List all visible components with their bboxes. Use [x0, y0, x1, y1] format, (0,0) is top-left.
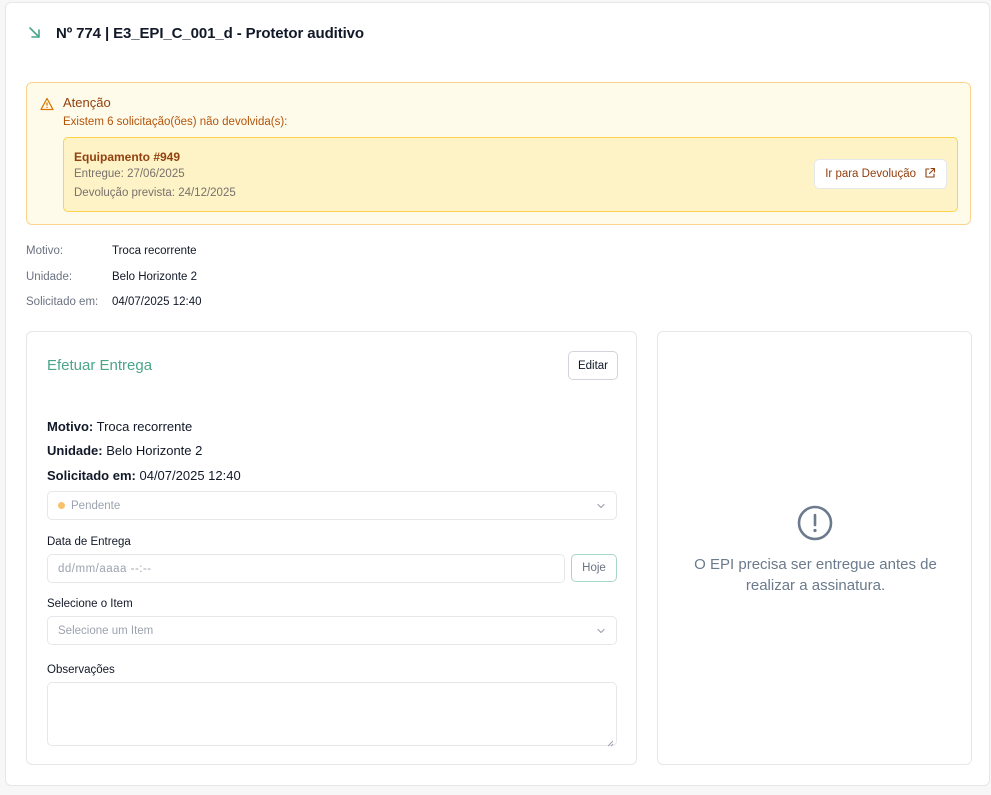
unidade-value: Belo Horizonte 2: [112, 271, 198, 283]
signature-message: O EPI precisa ser entregue antes de real…: [694, 556, 937, 594]
page-header: Nº 774 | E3_EPI_C_001_d - Protetor audit…: [28, 25, 364, 42]
alert-circle-icon: [796, 504, 834, 542]
delivery-panel: Efetuar Entrega Editar Motivo: Troca rec…: [26, 331, 637, 765]
unreturned-item: Equipamento #949 Entregue: 27/06/2025 De…: [63, 137, 958, 212]
arrow-down-right-icon: [28, 26, 44, 42]
delivery-unidade-value: Belo Horizonte 2: [106, 443, 203, 458]
chevron-down-icon: [596, 501, 606, 511]
expected-return-date: Devolução prevista: 24/12/2025: [74, 187, 236, 199]
unidade-label: Unidade:: [26, 271, 73, 283]
notes-label: Observações: [47, 664, 115, 676]
delivery-solicitado: Solicitado em: 04/07/2025 12:40: [47, 468, 241, 483]
delivery-motivo: Motivo: Troca recorrente: [47, 419, 192, 434]
edit-button[interactable]: Editar: [568, 351, 618, 380]
delivery-unidade-label: Unidade:: [47, 443, 103, 458]
signature-panel: O EPI precisa ser entregue antes de real…: [657, 331, 972, 765]
status-value: Pendente: [71, 499, 121, 512]
status-dot: [58, 502, 65, 509]
alert-title: Atenção: [63, 95, 111, 110]
item-select[interactable]: Selecione um Item: [47, 616, 617, 645]
go-to-return-label: Ir para Devolução: [825, 168, 916, 180]
item-placeholder: Selecione um Item: [58, 624, 154, 637]
chevron-down-icon: [596, 626, 606, 636]
alert-message: Existem 6 solicitação(ões) não devolvida…: [63, 116, 288, 128]
delivery-unidade: Unidade: Belo Horizonte 2: [47, 443, 202, 458]
request-card: Nº 774 | E3_EPI_C_001_d - Protetor audit…: [5, 2, 990, 786]
date-label: Data de Entrega: [47, 536, 131, 548]
go-to-return-button[interactable]: Ir para Devolução: [814, 159, 947, 189]
delivery-motivo-value: Troca recorrente: [96, 419, 193, 434]
motivo-value: Troca recorrente: [112, 245, 197, 257]
warning-alert: Atenção Existem 6 solicitação(ões) não d…: [26, 82, 971, 225]
delivery-date-input[interactable]: dd/mm/aaaa --:--: [47, 554, 565, 583]
delivery-solicitado-label: Solicitado em:: [47, 468, 136, 483]
equipment-label: Equipamento #949: [74, 150, 181, 164]
item-label: Selecione o Item: [47, 598, 133, 610]
solicitado-label: Solicitado em:: [26, 296, 99, 308]
notes-textarea[interactable]: [47, 682, 617, 747]
resize-grip-icon[interactable]: [606, 735, 614, 747]
motivo-label: Motivo:: [26, 245, 64, 257]
delivered-date: Entregue: 27/06/2025: [74, 168, 185, 180]
external-link-icon: [924, 167, 936, 182]
delivery-solicitado-value: 04/07/2025 12:40: [139, 468, 241, 483]
status-select[interactable]: Pendente: [47, 491, 617, 520]
page-title: Nº 774 | E3_EPI_C_001_d - Protetor audit…: [56, 25, 364, 42]
warning-icon: [40, 97, 54, 111]
delivery-title: Efetuar Entrega: [47, 357, 153, 374]
delivery-motivo-label: Motivo:: [47, 419, 94, 434]
solicitado-value: 04/07/2025 12:40: [112, 296, 202, 308]
today-button[interactable]: Hoje: [571, 554, 617, 582]
